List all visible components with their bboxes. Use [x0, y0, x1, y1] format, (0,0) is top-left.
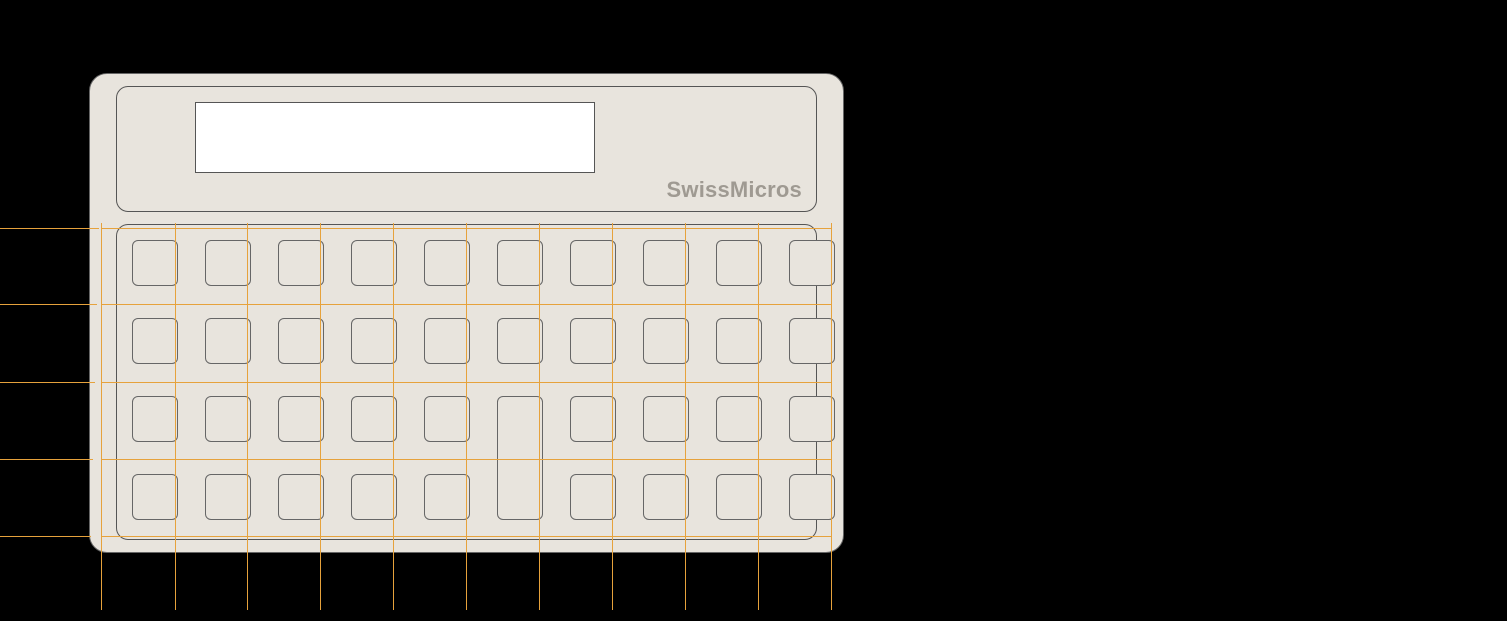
grid-guide-horizontal: [0, 304, 97, 305]
calc-key[interactable]: [716, 318, 762, 364]
grid-guide-horizontal: [0, 228, 99, 229]
calc-key[interactable]: [205, 474, 251, 520]
calc-key[interactable]: [789, 474, 835, 520]
calc-key[interactable]: [424, 240, 470, 286]
calc-key[interactable]: [716, 240, 762, 286]
calc-key[interactable]: [278, 318, 324, 364]
calc-key[interactable]: [497, 318, 543, 364]
grid-guide-horizontal: [101, 304, 831, 305]
brand-label: SwissMicros: [667, 177, 802, 203]
calc-key[interactable]: [643, 318, 689, 364]
calc-key[interactable]: [643, 396, 689, 442]
calc-key[interactable]: [205, 318, 251, 364]
grid-guide-horizontal: [0, 382, 95, 383]
grid-guide-horizontal: [101, 228, 831, 229]
calc-key[interactable]: [351, 474, 397, 520]
display-area: SwissMicros: [116, 86, 817, 212]
calc-key[interactable]: [424, 396, 470, 442]
grid-guide-vertical: [320, 223, 321, 610]
calc-key[interactable]: [132, 318, 178, 364]
grid-guide-horizontal: [101, 536, 831, 537]
calc-key[interactable]: [424, 474, 470, 520]
calc-key[interactable]: [351, 396, 397, 442]
calc-key[interactable]: [789, 240, 835, 286]
calc-key[interactable]: [570, 240, 616, 286]
calc-key[interactable]: [716, 396, 762, 442]
calc-key[interactable]: [278, 396, 324, 442]
calc-key[interactable]: [789, 396, 835, 442]
grid-guide-vertical: [612, 223, 613, 610]
grid-guide-horizontal: [101, 459, 831, 460]
calc-key[interactable]: [497, 240, 543, 286]
grid-guide-horizontal: [0, 536, 91, 537]
grid-guide-vertical: [539, 223, 540, 610]
calc-key[interactable]: [424, 318, 470, 364]
grid-guide-horizontal: [0, 459, 93, 460]
calc-key[interactable]: [716, 474, 762, 520]
enter-key[interactable]: [497, 396, 543, 520]
calc-key[interactable]: [570, 474, 616, 520]
grid-guide-vertical: [175, 223, 176, 610]
calc-key[interactable]: [351, 240, 397, 286]
calc-key[interactable]: [132, 474, 178, 520]
calc-key[interactable]: [132, 240, 178, 286]
calc-key[interactable]: [205, 396, 251, 442]
grid-guide-vertical: [831, 223, 832, 610]
grid-guide-vertical: [685, 223, 686, 610]
calc-key[interactable]: [278, 474, 324, 520]
calc-key[interactable]: [789, 318, 835, 364]
calc-key[interactable]: [205, 240, 251, 286]
lcd-screen: [195, 102, 595, 173]
calc-key[interactable]: [570, 318, 616, 364]
calc-key[interactable]: [643, 240, 689, 286]
calc-key[interactable]: [643, 474, 689, 520]
grid-guide-vertical: [101, 223, 102, 610]
calc-key[interactable]: [132, 396, 178, 442]
grid-guide-vertical: [393, 223, 394, 610]
grid-guide-horizontal: [101, 382, 831, 383]
calc-key[interactable]: [278, 240, 324, 286]
grid-guide-vertical: [758, 223, 759, 610]
calc-key[interactable]: [351, 318, 397, 364]
grid-guide-vertical: [466, 223, 467, 610]
grid-guide-vertical: [247, 223, 248, 610]
calc-key[interactable]: [570, 396, 616, 442]
